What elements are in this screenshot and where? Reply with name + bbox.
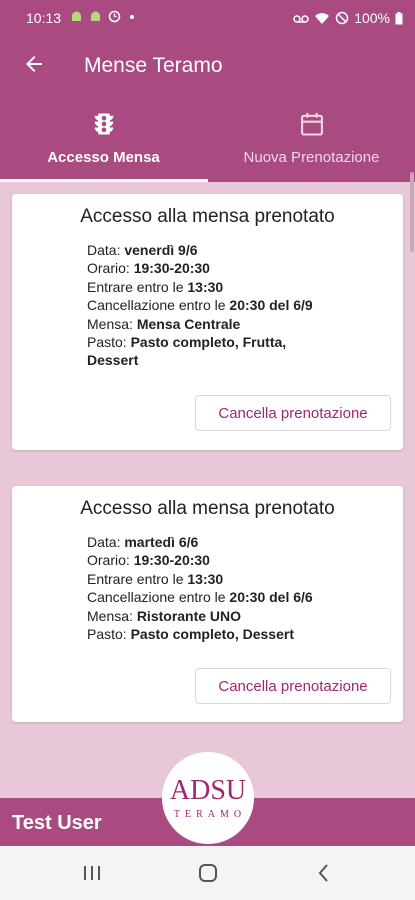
do-not-disturb-icon (335, 11, 349, 25)
scrollbar[interactable] (410, 172, 414, 252)
voicemail-icon (293, 14, 309, 23)
booking-time-row: Orario: 19:30-20:30 (87, 259, 327, 277)
entry-label: Entrare entro le (87, 570, 184, 587)
cancellation-label: Cancellazione entro le (87, 589, 226, 606)
wifi-icon (315, 12, 330, 24)
traffic-light-icon (94, 113, 113, 135)
booking-canteen-row: Mensa: Ristorante UNO (87, 607, 327, 625)
time-label: Orario: (87, 260, 130, 277)
battery-percent: 100% (354, 10, 390, 26)
time-label: Orario: (87, 552, 130, 569)
meal-value: Pasto completo, Dessert (130, 626, 294, 643)
booking-entry-row: Entrare entro le 13:30 (87, 570, 327, 588)
tab-bar: Accesso Mensa Nuova Prenotazione (0, 100, 415, 182)
logo-text-top: ADSU (169, 775, 247, 806)
cancellation-value: 20:30 del 6/9 (229, 297, 313, 314)
logo-text-bottom: TERAMO (173, 809, 247, 820)
recents-icon[interactable] (80, 861, 104, 885)
booking-details: Data: venerdì 9/6 Orario: 19:30-20:30 En… (87, 241, 327, 370)
battery-icon (395, 11, 403, 24)
canteen-value: Mensa Centrale (136, 315, 241, 332)
canteen-value: Ristorante UNO (136, 607, 242, 624)
booking-card: Accesso alla mensa prenotato Data: marte… (12, 486, 403, 722)
android-icon (72, 11, 81, 21)
date-value: martedì 6/6 (124, 534, 199, 550)
back-icon[interactable] (312, 861, 336, 885)
clock-icon (108, 10, 121, 23)
app-bar: Mense Teramo (0, 34, 415, 100)
booking-entry-row: Entrare entro le 13:30 (87, 278, 327, 296)
meal-label: Pasto: (87, 626, 127, 643)
booking-meal-row: Pasto: Pasto completo, Dessert (87, 625, 327, 643)
cancel-booking-button[interactable]: Cancella prenotazione (195, 395, 391, 431)
time-value: 19:30-20:30 (133, 552, 210, 569)
date-label: Data: (87, 534, 121, 550)
entry-label: Entrare entro le (87, 278, 184, 295)
user-name: Test User (12, 812, 102, 834)
tab-label: Accesso Mensa (47, 149, 160, 166)
entry-value: 13:30 (187, 278, 224, 295)
home-icon[interactable] (196, 861, 220, 885)
status-icons-right: 100% (293, 10, 403, 26)
entry-value: 13:30 (187, 570, 224, 587)
adsu-logo: ADSU TERAMO (162, 752, 254, 844)
booking-title: Accesso alla mensa prenotato (80, 206, 335, 227)
booking-title: Accesso alla mensa prenotato (80, 498, 335, 519)
page-title: Mense Teramo (84, 54, 223, 77)
canteen-label: Mensa: (87, 315, 133, 332)
booking-details: Data: martedì 6/6 Orario: 19:30-20:30 En… (87, 533, 327, 643)
status-bar: 10:13 100% (0, 0, 415, 34)
booking-card: Accesso alla mensa prenotato Data: vener… (12, 194, 403, 450)
status-time: 10:13 (26, 10, 62, 26)
time-value: 19:30-20:30 (133, 260, 210, 277)
tab-nuova-prenotazione[interactable]: Nuova Prenotazione (208, 100, 415, 182)
cancellation-value: 20:30 del 6/6 (229, 589, 313, 606)
system-nav-bar (0, 846, 415, 900)
booking-date-row: Data: venerdì 9/6 (87, 241, 327, 259)
booking-canteen-row: Mensa: Mensa Centrale (87, 315, 327, 333)
dot-icon (130, 15, 134, 19)
tab-accesso-mensa[interactable]: Accesso Mensa (0, 100, 207, 182)
booking-cancellation-row: Cancellazione entro le 20:30 del 6/6 (87, 588, 327, 606)
calendar-icon (300, 112, 323, 136)
android-icon (91, 11, 100, 21)
booking-meal-row: Pasto: Pasto completo, Frutta, Dessert (87, 333, 327, 370)
cancel-booking-button[interactable]: Cancella prenotazione (195, 668, 391, 704)
meal-label: Pasto: (87, 334, 127, 351)
booking-date-row: Data: martedì 6/6 (87, 533, 327, 551)
status-icons-left (70, 10, 137, 23)
cancellation-label: Cancellazione entro le (87, 297, 226, 314)
tab-label: Nuova Prenotazione (243, 149, 380, 166)
date-label: Data: (87, 242, 121, 258)
arrow-left-icon[interactable] (22, 52, 46, 76)
date-value: venerdì 9/6 (124, 242, 198, 258)
booking-time-row: Orario: 19:30-20:30 (87, 551, 327, 569)
booking-cancellation-row: Cancellazione entro le 20:30 del 6/9 (87, 296, 327, 314)
canteen-label: Mensa: (87, 607, 133, 624)
